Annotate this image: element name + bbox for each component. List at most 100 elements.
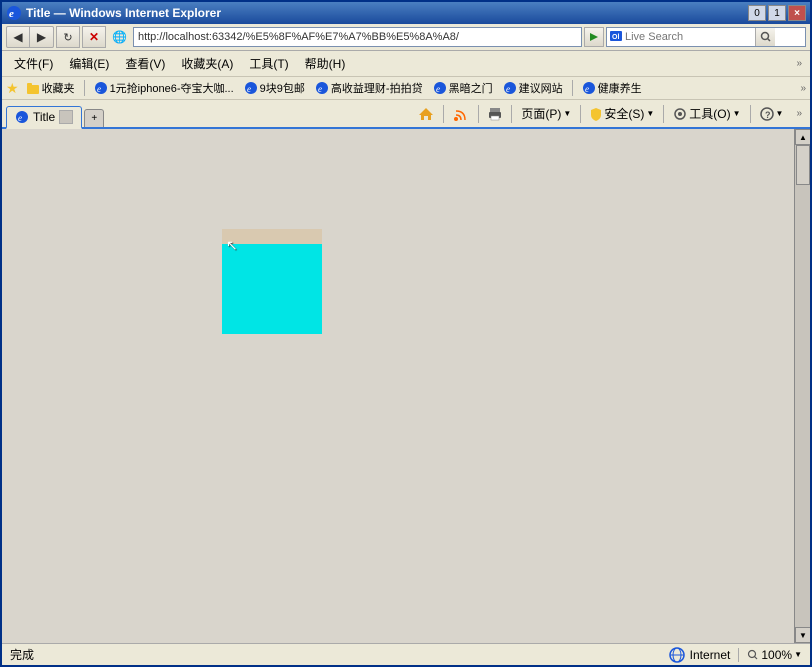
toolbar-sep-6 (750, 105, 751, 123)
search-button[interactable] (755, 28, 775, 46)
fav-ie-icon-1: e (94, 81, 108, 95)
menu-help[interactable]: 帮助(H) (301, 53, 350, 74)
tab-label: Title (33, 110, 55, 124)
status-bar: 完成 Internet 100% ▼ (2, 643, 810, 665)
fav-ie-icon-3: e (315, 81, 329, 95)
close-button[interactable]: × (788, 5, 806, 21)
menu-edit[interactable]: 编辑(E) (65, 53, 113, 74)
maximize-button[interactable]: 1 (768, 5, 786, 21)
back-forward-group: ◀ ▶ (6, 26, 54, 48)
favorites-chevron[interactable]: » (800, 83, 806, 94)
url-text: http://localhost:63342/%E5%8F%AF%E7%A7%B… (138, 31, 459, 43)
favorites-item-4[interactable]: e 黑暗之门 (430, 79, 496, 97)
fav-separator-2 (572, 80, 573, 96)
home-button[interactable] (411, 103, 441, 125)
zoom-dropdown-icon: ▼ (794, 650, 802, 659)
svg-text:e: e (585, 84, 589, 94)
security-icon (590, 107, 602, 121)
tools-button[interactable]: 工具(O) ▼ (666, 102, 747, 125)
new-tab-button[interactable]: + (84, 109, 104, 127)
minimize-button[interactable]: 0 (748, 5, 766, 21)
demo-top-strip (222, 229, 322, 244)
search-icon (760, 31, 772, 43)
content-area: ↖ ▲ ▼ (2, 129, 810, 643)
nav-toolbar-right: 页面(P) ▼ 安全(S) ▼ 工具(O) ▼ ? ▼ (411, 102, 806, 127)
favorites-item-3[interactable]: e 高收益理财-拍拍贷 (312, 79, 426, 97)
ie-icon: e (6, 5, 22, 21)
toolbar-chevron[interactable]: » (792, 108, 806, 119)
internet-icon (668, 646, 686, 664)
zoom-icon (747, 649, 759, 661)
svg-text:e: e (97, 84, 101, 94)
fav-ie-icon-6: e (582, 81, 596, 95)
fav-separator (84, 80, 85, 96)
title-bar-buttons: 0 1 × (748, 5, 806, 21)
svg-text:e: e (9, 8, 14, 20)
fav-ie-icon-5: e (503, 81, 517, 95)
home-icon (418, 106, 434, 122)
zoom-label: 100% (761, 648, 792, 662)
scroll-up-button[interactable]: ▲ (795, 129, 810, 145)
favorites-item-2[interactable]: e 9块9包邮 (241, 79, 308, 97)
svg-text:e: e (318, 84, 322, 94)
refresh-button[interactable]: ↻ (56, 26, 80, 48)
menu-view[interactable]: 查看(V) (121, 53, 169, 74)
security-button[interactable]: 安全(S) ▼ (583, 102, 661, 125)
menu-file[interactable]: 文件(F) (10, 53, 57, 74)
zoom-control[interactable]: 100% ▼ (738, 648, 802, 662)
scrollbar-thumb[interactable] (796, 145, 810, 185)
scrollbar-vertical[interactable]: ▲ ▼ (794, 129, 810, 643)
status-right: Internet 100% ▼ (668, 646, 802, 664)
fav-folder-icon (26, 81, 40, 95)
go-button[interactable] (584, 27, 604, 47)
page-content: ↖ (2, 129, 810, 643)
live-search-area[interactable]: Ol (606, 27, 806, 47)
favorites-bar: ★ 收藏夹 e 1元抢iphone6-夺宝大咖... e 9块9包邮 e 高收益… (2, 77, 810, 100)
scroll-down-button[interactable]: ▼ (795, 627, 810, 643)
tab-bar: e Title + (2, 100, 810, 129)
back-button[interactable]: ◀ (6, 26, 30, 48)
favorites-item-0[interactable]: 收藏夹 (23, 79, 78, 97)
favorites-star-icon: ★ (6, 80, 19, 97)
toolbar-sep-5 (663, 105, 664, 123)
search-input[interactable] (625, 31, 755, 43)
status-text: 完成 (10, 646, 660, 663)
demo-cyan-box: ↖ (222, 244, 322, 334)
address-row: ◀ ▶ ↻ ✕ 🌐 http://localhost:63342/%E5%8F%… (2, 24, 810, 51)
tab-loading-indicator (59, 110, 73, 124)
toolbar-sep-2 (478, 105, 479, 123)
scrollbar-track[interactable] (795, 145, 810, 627)
stop-button[interactable]: ✕ (82, 26, 106, 48)
address-bar[interactable]: http://localhost:63342/%E5%8F%AF%E7%A7%B… (133, 27, 582, 47)
menu-bar: 文件(F) 编辑(E) 查看(V) 收藏夹(A) 工具(T) 帮助(H) » (2, 51, 810, 77)
title-bar: e Title — Windows Internet Explorer 0 1 … (2, 2, 810, 24)
help-icon: ? (760, 107, 774, 121)
svg-text:e: e (18, 113, 22, 123)
toolbar-sep-4 (580, 105, 581, 123)
tab-ie-icon: e (15, 110, 29, 124)
help-dropdown-icon: ▼ (776, 109, 784, 118)
favorites-item-5[interactable]: e 建议网站 (500, 79, 566, 97)
svg-text:e: e (247, 84, 251, 94)
svg-text:e: e (506, 84, 510, 94)
favorites-item-1[interactable]: e 1元抢iphone6-夺宝大咖... (91, 79, 237, 97)
toolbar-sep-3 (511, 105, 512, 123)
tools-icon (673, 107, 687, 121)
print-icon (488, 107, 502, 121)
svg-text:Ol: Ol (612, 34, 619, 41)
feeds-button[interactable] (446, 103, 476, 125)
page-button[interactable]: 页面(P) ▼ (514, 102, 578, 125)
outlook-icon: Ol (609, 30, 623, 44)
svg-text:?: ? (765, 110, 771, 120)
forward-button[interactable]: ▶ (30, 26, 54, 48)
browser-window: e Title — Windows Internet Explorer 0 1 … (0, 0, 812, 667)
menu-chevron[interactable]: » (796, 58, 802, 69)
menu-tools[interactable]: 工具(T) (245, 53, 292, 74)
favorites-item-6[interactable]: e 健康养生 (579, 79, 645, 97)
window-title: Title — Windows Internet Explorer (26, 6, 221, 20)
toolbar-sep-1 (443, 105, 444, 123)
print-button[interactable] (481, 104, 509, 124)
menu-favorites[interactable]: 收藏夹(A) (177, 53, 237, 74)
active-tab[interactable]: e Title (6, 106, 82, 129)
help-button[interactable]: ? ▼ (753, 104, 791, 124)
